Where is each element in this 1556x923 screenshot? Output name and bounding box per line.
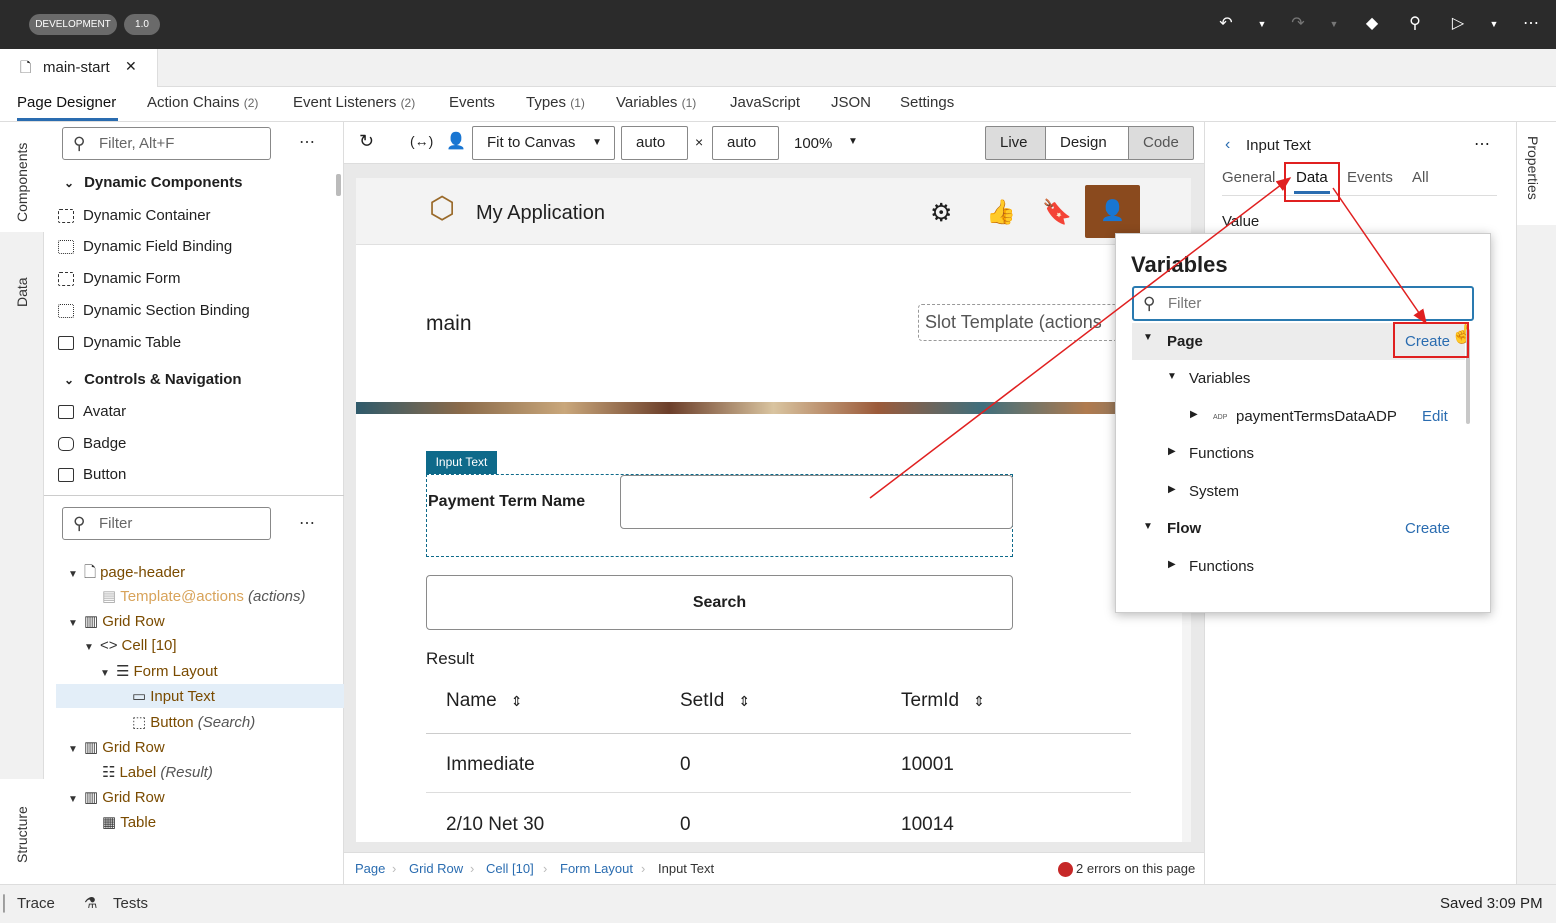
saved-status: Saved 3:09 PM xyxy=(1440,895,1543,912)
status-bar: │ Trace ⚗ Tests Saved 3:09 PM xyxy=(0,884,1556,923)
annotation-arrow-to-create xyxy=(1332,187,1427,325)
annotation-arrow-to-data-tab xyxy=(869,177,1292,499)
trace-button[interactable]: Trace xyxy=(17,895,55,912)
tests-button[interactable]: Tests xyxy=(113,895,148,912)
flask-icon: ⚗ xyxy=(84,895,98,912)
annotation-arrows xyxy=(869,177,1427,499)
trace-icon: │ xyxy=(0,895,10,912)
